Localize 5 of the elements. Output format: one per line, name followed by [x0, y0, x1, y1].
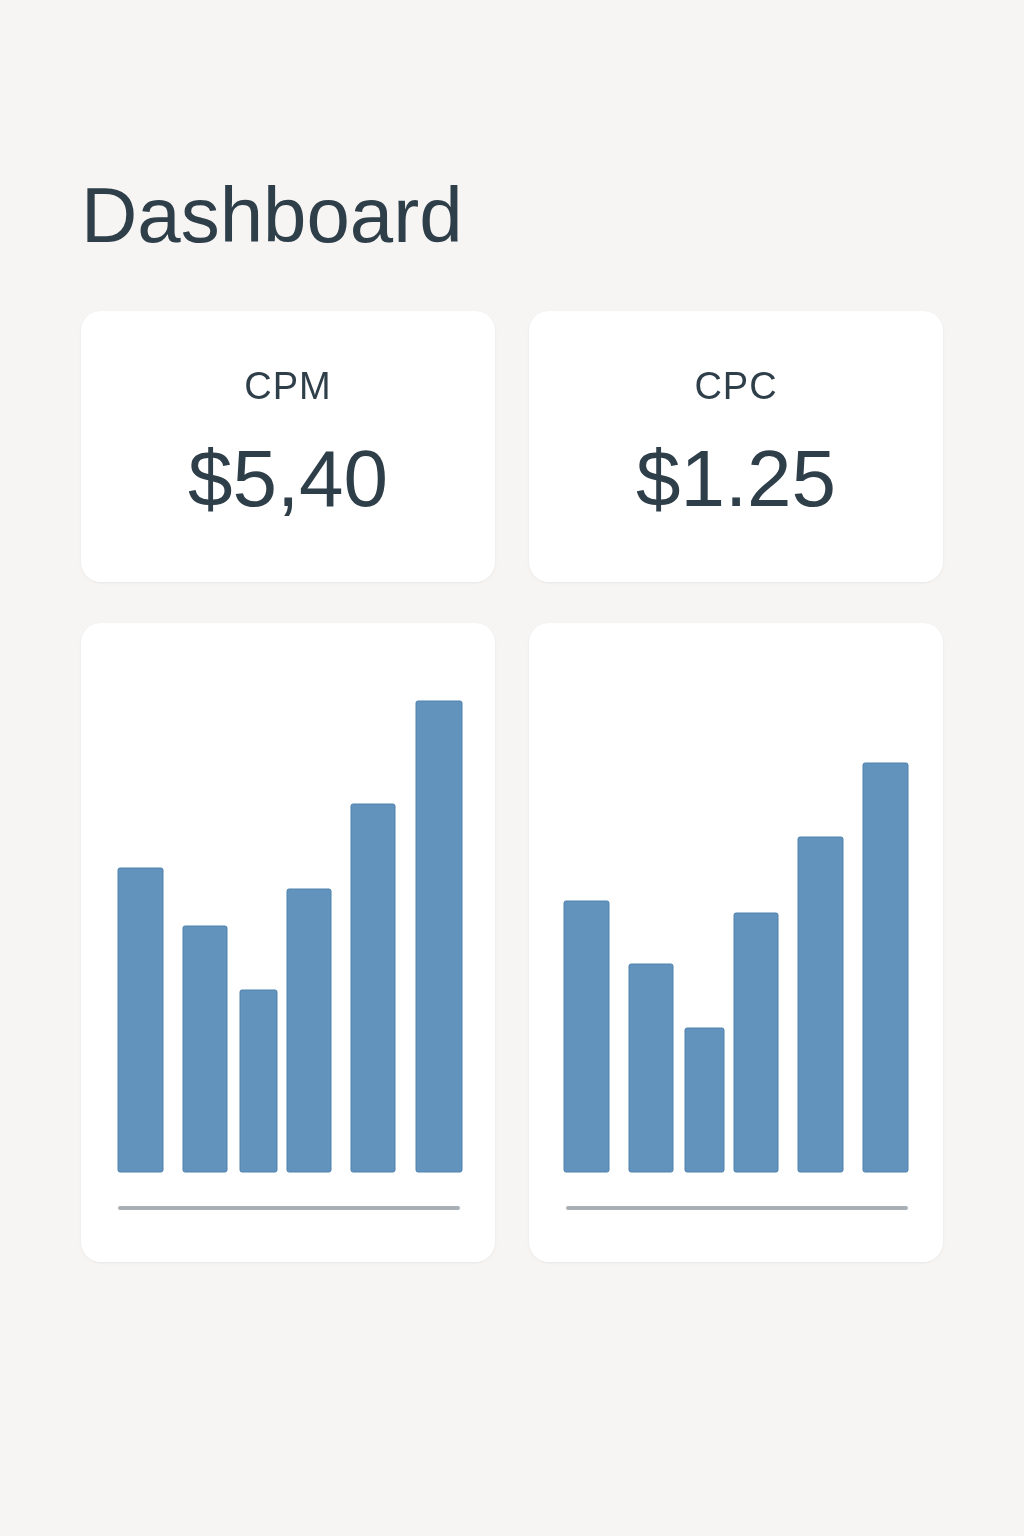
page-title: Dashboard — [81, 176, 463, 254]
metric-value: $1.25 — [635, 439, 837, 519]
metric-label: CPC — [694, 367, 778, 405]
metric-label: CPM — [244, 367, 332, 405]
metric-value: $5,40 — [187, 439, 389, 519]
